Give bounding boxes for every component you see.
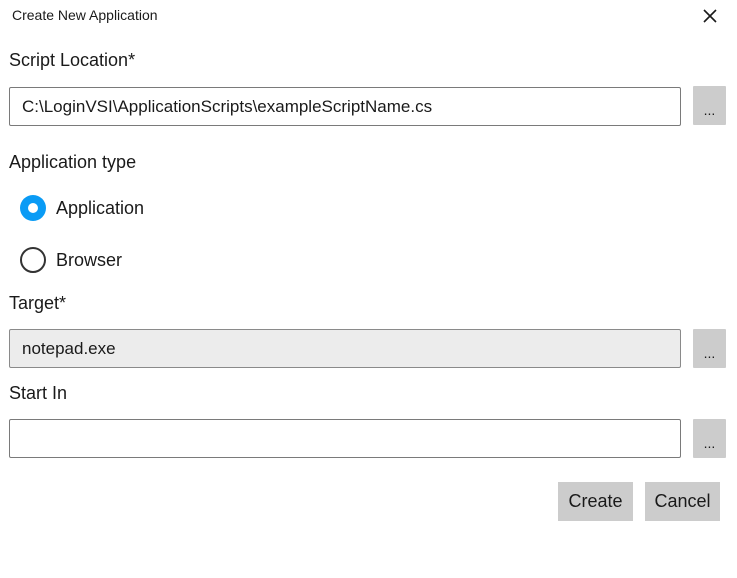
dialog-title: Create New Application [12,7,158,23]
create-button[interactable]: Create [558,482,633,521]
target-browse-button[interactable]: ... [693,329,726,368]
start-in-input[interactable] [10,420,680,457]
radio-browser[interactable]: Browser [20,247,122,273]
radio-browser-label: Browser [56,249,123,270]
script-location-browse-button[interactable]: ... [693,86,726,125]
start-in-field[interactable] [9,419,681,458]
script-location-label: Script Location* [9,50,136,70]
script-location-field[interactable] [9,87,681,126]
close-button[interactable] [697,3,723,29]
radio-browser-indicator[interactable] [20,247,46,273]
target-input[interactable] [10,330,680,367]
radio-application[interactable]: Application [20,195,144,221]
radio-application-indicator[interactable] [20,195,46,221]
target-field[interactable] [9,329,681,368]
start-in-browse-button[interactable]: ... [693,419,726,458]
target-label: Target* [9,293,67,313]
start-in-label: Start In [9,383,68,403]
close-icon [703,9,717,23]
application-type-label: Application type [9,152,137,172]
cancel-button[interactable]: Cancel [645,482,720,521]
radio-application-label: Application [56,197,145,218]
script-location-input[interactable] [10,88,680,125]
